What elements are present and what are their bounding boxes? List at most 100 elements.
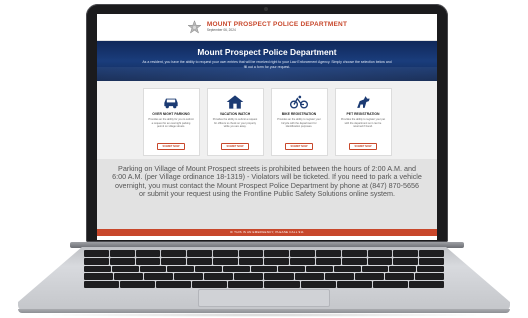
card-title: VACATION WATCH bbox=[219, 112, 251, 116]
keyboard bbox=[84, 250, 444, 288]
keyboard-key bbox=[393, 250, 419, 257]
hero-title: Mount Prospect Police Department bbox=[197, 47, 337, 57]
keyboard-key bbox=[333, 265, 361, 273]
keyboard-key bbox=[195, 265, 222, 273]
hero-banner: Mount Prospect Police Department As a re… bbox=[97, 41, 437, 81]
keyboard-key bbox=[84, 257, 109, 265]
keyboard-key bbox=[139, 265, 167, 273]
card-vacation-watch: VACATION WATCH Provides the ability to s… bbox=[206, 88, 264, 156]
webcam bbox=[264, 7, 268, 11]
keyboard-key bbox=[264, 281, 300, 288]
house-icon bbox=[226, 95, 244, 109]
keyboard-key bbox=[300, 281, 336, 288]
keyboard-key bbox=[419, 250, 444, 257]
laptop-shadow bbox=[30, 313, 498, 317]
keyboard-key bbox=[367, 257, 393, 265]
submit-now-button[interactable]: SUBMIT NOW bbox=[157, 143, 185, 150]
keyboard-key bbox=[372, 281, 408, 288]
keyboard-key bbox=[234, 273, 264, 281]
keyboard-key bbox=[419, 257, 444, 265]
hero-subtitle: As a resident, you have the ability to r… bbox=[142, 60, 392, 69]
keyboard-key bbox=[114, 273, 144, 281]
keyboard-key bbox=[264, 273, 294, 281]
card-title: OVER NIGHT PARKING bbox=[152, 112, 190, 116]
keyboard-key bbox=[192, 281, 228, 288]
keyboard-key bbox=[316, 250, 341, 257]
keyboard-key bbox=[361, 265, 389, 273]
keyboard-key bbox=[306, 265, 333, 273]
keyboard-key bbox=[135, 250, 161, 257]
keyboard-row bbox=[84, 281, 444, 288]
submit-now-button[interactable]: SUBMIT NOW bbox=[349, 143, 377, 150]
bicycle-icon bbox=[290, 95, 308, 109]
keyboard-key bbox=[238, 250, 264, 257]
keyboard-key bbox=[187, 257, 212, 265]
card-description: Provides an the ability for you to submi… bbox=[148, 118, 194, 128]
keyboard-key bbox=[84, 273, 114, 281]
police-star-icon bbox=[187, 19, 202, 34]
keyboard-row bbox=[84, 265, 444, 273]
keyboard-key bbox=[238, 257, 264, 265]
card-description: Provides the ability to register your pe… bbox=[340, 118, 386, 128]
keyboard-key bbox=[354, 273, 384, 281]
keyboard-key bbox=[161, 250, 187, 257]
keyboard-key bbox=[187, 250, 212, 257]
card-title: BIKE REGISTRATION bbox=[281, 112, 317, 116]
card-pet-registration: PET REGISTRATION Provides the ability to… bbox=[334, 88, 392, 156]
header-date: September 06, 2024 bbox=[206, 28, 236, 33]
car-icon bbox=[164, 98, 178, 109]
keyboard-key bbox=[109, 250, 135, 257]
keyboard-key bbox=[222, 265, 250, 273]
keyboard-key bbox=[384, 273, 414, 281]
keyboard-key bbox=[290, 250, 316, 257]
trackpad bbox=[198, 289, 330, 307]
laptop-mockup: MOUNT PROSPECT POLICE DEPARTMENT Septemb… bbox=[0, 0, 528, 318]
keyboard-key bbox=[250, 265, 278, 273]
keyboard-key bbox=[389, 265, 417, 273]
card-description: Provides an the ability to register your… bbox=[277, 118, 321, 128]
keyboard-key bbox=[294, 273, 324, 281]
card-bike-registration: BIKE REGISTRATION Provides an the abilit… bbox=[270, 88, 328, 156]
submit-now-button[interactable]: SUBMIT NOW bbox=[285, 143, 313, 150]
site-header: MOUNT PROSPECT POLICE DEPARTMENT Septemb… bbox=[97, 14, 437, 41]
keyboard-key bbox=[84, 250, 109, 257]
keyboard-key bbox=[111, 265, 139, 273]
keyboard-key bbox=[264, 257, 290, 265]
keyboard-key bbox=[408, 281, 444, 288]
keyboard-key bbox=[174, 273, 204, 281]
keyboard-key bbox=[336, 281, 372, 288]
keyboard-row bbox=[84, 250, 444, 257]
keyboard-key bbox=[120, 281, 156, 288]
keyboard-key bbox=[204, 273, 234, 281]
notice-text: Parking on Village of Mount Prospect str… bbox=[112, 164, 422, 199]
card-description: Provides the ability to submit a request… bbox=[212, 118, 258, 128]
keyboard-key bbox=[84, 281, 120, 288]
keyboard-key bbox=[341, 250, 367, 257]
submit-now-button[interactable]: SUBMIT NOW bbox=[221, 143, 249, 150]
keyboard-key bbox=[228, 281, 264, 288]
dog-icon bbox=[357, 96, 370, 108]
keyboard-key bbox=[135, 257, 161, 265]
laptop-screen: MOUNT PROSPECT POLICE DEPARTMENT Septemb… bbox=[97, 14, 437, 240]
keyboard-key bbox=[278, 265, 306, 273]
keyboard-key bbox=[367, 250, 393, 257]
card-overnight-parking: OVER NIGHT PARKING Provides an the abili… bbox=[142, 88, 200, 156]
keyboard-key bbox=[167, 265, 195, 273]
service-cards: OVER NIGHT PARKING Provides an the abili… bbox=[97, 81, 437, 159]
emergency-bar: IF THIS IS AN EMERGENCY, PLEASE CALL 911 bbox=[97, 229, 437, 236]
keyboard-key bbox=[341, 257, 367, 265]
keyboard-key bbox=[264, 250, 290, 257]
card-title: PET REGISTRATION bbox=[346, 112, 380, 116]
keyboard-key bbox=[156, 281, 192, 288]
keyboard-row bbox=[84, 257, 444, 265]
keyboard-key bbox=[414, 273, 444, 281]
laptop-lid: MOUNT PROSPECT POLICE DEPARTMENT Septemb… bbox=[86, 4, 448, 242]
keyboard-key bbox=[109, 257, 135, 265]
keyboard-key bbox=[161, 257, 187, 265]
keyboard-key bbox=[212, 257, 238, 265]
keyboard-key bbox=[324, 273, 354, 281]
keyboard-key bbox=[417, 265, 444, 273]
parking-notice: Parking on Village of Mount Prospect str… bbox=[97, 159, 437, 229]
keyboard-key bbox=[84, 265, 111, 273]
keyboard-key bbox=[290, 257, 316, 265]
